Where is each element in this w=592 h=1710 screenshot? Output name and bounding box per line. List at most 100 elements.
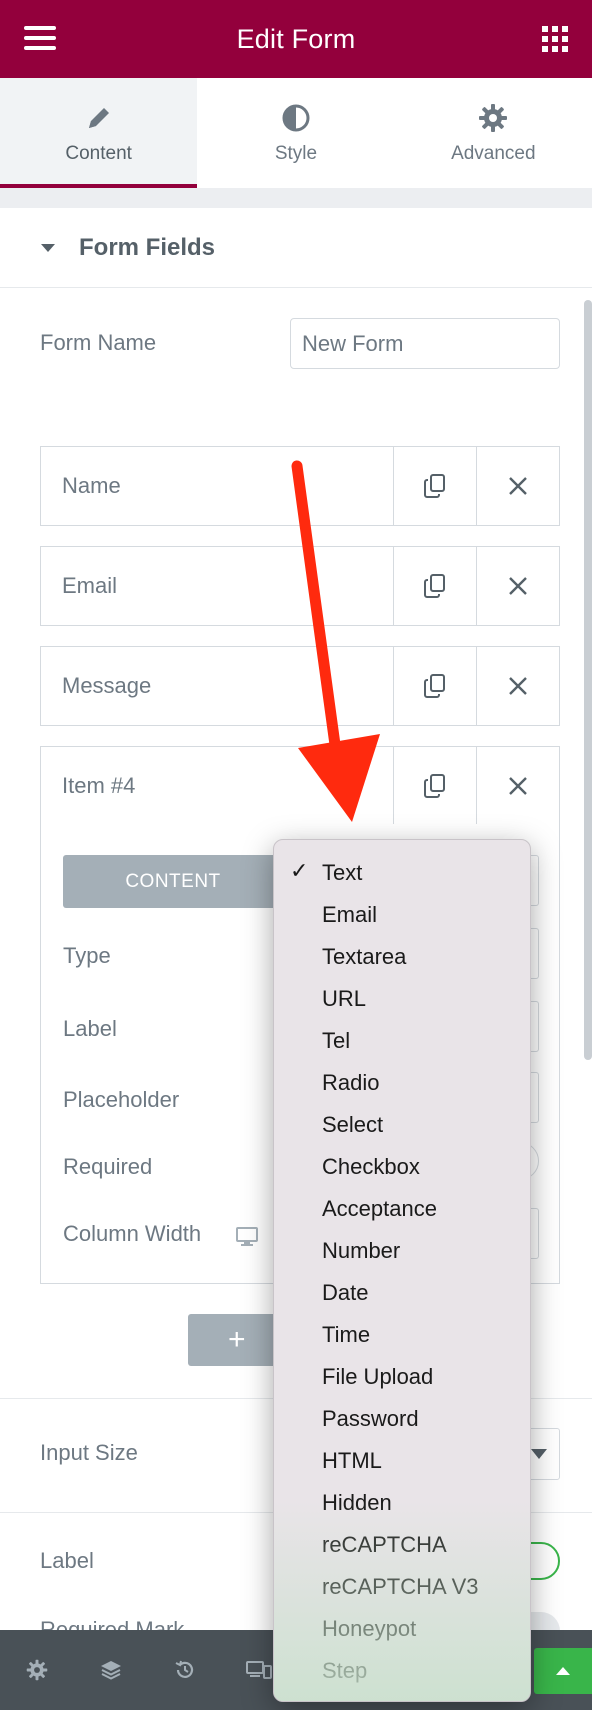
remove-button[interactable] (476, 747, 559, 825)
dropdown-option[interactable]: Number (274, 1230, 530, 1272)
repeater-item-title[interactable]: Message (41, 647, 393, 725)
panel-tabs: Content Style Advanced (0, 78, 592, 188)
dropdown-option-label: Number (322, 1238, 401, 1263)
dropdown-option-label: Checkbox (322, 1154, 420, 1179)
duplicate-button[interactable] (393, 547, 476, 625)
close-icon (509, 577, 527, 595)
tabs-divider (0, 188, 592, 208)
remove-button[interactable] (476, 447, 559, 525)
editor-header: Edit Form (0, 0, 592, 78)
type-label: Type (63, 943, 111, 968)
half-circle-icon (281, 101, 311, 135)
copy-icon (424, 474, 445, 498)
tab-advanced[interactable]: Advanced (395, 78, 592, 188)
chevron-down-icon (531, 1449, 547, 1459)
dropdown-option[interactable]: Time (274, 1314, 530, 1356)
dropdown-option[interactable]: Honeypot (274, 1608, 530, 1650)
tab-style[interactable]: Style (197, 78, 394, 188)
dropdown-option[interactable]: Textarea (274, 936, 530, 978)
repeater-item-email: Email (40, 546, 560, 626)
dropdown-option[interactable]: Hidden (274, 1482, 530, 1524)
repeater-item-title[interactable]: Name (41, 447, 393, 525)
field-label-label: Label (63, 1016, 117, 1041)
dropdown-option[interactable]: Step (274, 1650, 530, 1692)
repeater-item-name: Name (40, 446, 560, 526)
dropdown-option-label: Radio (322, 1070, 380, 1095)
close-icon (509, 777, 527, 795)
dropdown-option-label: Text (322, 860, 363, 885)
item-content-tab[interactable]: CONTENT (63, 855, 283, 908)
duplicate-button[interactable] (393, 747, 476, 825)
tab-content-label: Content (65, 143, 132, 164)
label-setting-label: Label (40, 1548, 94, 1573)
layers-icon[interactable] (74, 1630, 148, 1710)
dropdown-option[interactable]: HTML (274, 1440, 530, 1482)
column-width-label: Column Width (63, 1221, 202, 1246)
dropdown-option-label: Hidden (322, 1490, 392, 1515)
dropdown-option-label: Honeypot (322, 1616, 417, 1641)
dropdown-option[interactable]: reCAPTCHA (274, 1524, 530, 1566)
tab-content[interactable]: Content (0, 78, 198, 188)
pencil-icon (85, 101, 113, 135)
panel-scrollbar[interactable] (584, 300, 592, 1060)
repeater-item-title[interactable]: Item #4 (41, 747, 393, 825)
caret-down-icon (41, 243, 55, 252)
dropdown-option[interactable]: Select (274, 1104, 530, 1146)
monitor-icon[interactable] (236, 1227, 258, 1252)
tab-advanced-label: Advanced (451, 143, 536, 164)
repeater-item-4: Item #4 (40, 746, 560, 826)
dropdown-option-label: Acceptance (322, 1196, 437, 1221)
repeater-item-title[interactable]: Email (41, 547, 393, 625)
field-type-dropdown: ✓ Text Email Textarea URL Tel Radio Select Check… (273, 839, 531, 1702)
history-icon[interactable] (148, 1630, 222, 1710)
required-label: Required (63, 1154, 153, 1179)
section-title: Form Fields (79, 233, 216, 261)
dropdown-option[interactable]: Checkbox (274, 1146, 530, 1188)
dropdown-option[interactable]: ✓ Text (274, 852, 530, 894)
placeholder-label: Placeholder (63, 1087, 180, 1112)
remove-button[interactable] (476, 647, 559, 725)
settings-icon[interactable] (0, 1630, 74, 1710)
checkmark-icon: ✓ (290, 859, 309, 884)
update-options-button[interactable] (534, 1648, 592, 1694)
dropdown-option-label: Date (322, 1280, 369, 1305)
duplicate-button[interactable] (393, 447, 476, 525)
dropdown-option[interactable]: Radio (274, 1062, 530, 1104)
dropdown-option-label: Email (322, 902, 378, 927)
dropdown-option[interactable]: Tel (274, 1020, 530, 1062)
copy-icon (424, 574, 445, 598)
tab-style-label: Style (274, 143, 318, 164)
dropdown-option[interactable]: Email (274, 894, 530, 936)
gear-icon (478, 101, 508, 135)
dropdown-option-label: Time (322, 1322, 371, 1347)
dropdown-option-label: Textarea (322, 944, 407, 969)
grid-icon[interactable] (542, 26, 568, 52)
dropdown-option[interactable]: URL (274, 978, 530, 1020)
dropdown-option-label: reCAPTCHA (322, 1532, 447, 1557)
dropdown-option-label: HTML (322, 1448, 382, 1473)
dropdown-option[interactable]: Acceptance (274, 1188, 530, 1230)
close-icon (509, 677, 527, 695)
dropdown-option-label: URL (322, 986, 367, 1011)
repeater-item-message: Message (40, 646, 560, 726)
close-icon (509, 477, 527, 495)
dropdown-option-label: Select (322, 1112, 384, 1137)
duplicate-button[interactable] (393, 647, 476, 725)
copy-icon (424, 674, 445, 698)
hamburger-icon[interactable] (24, 26, 56, 50)
dropdown-option[interactable]: reCAPTCHA V3 (274, 1566, 530, 1608)
dropdown-option-label: Password (322, 1406, 419, 1431)
field-type-options: ✓ Text Email Textarea URL Tel Radio Select Check… (274, 840, 530, 1692)
form-name-input[interactable] (290, 318, 560, 369)
dropdown-option[interactable]: Date (274, 1272, 530, 1314)
dropdown-option[interactable]: File Upload (274, 1356, 530, 1398)
dropdown-option-label: Tel (322, 1028, 351, 1053)
dropdown-option-label: reCAPTCHA V3 (322, 1574, 479, 1599)
copy-icon (424, 774, 445, 798)
form-fields-section-toggle[interactable]: Form Fields (0, 208, 592, 288)
dropdown-option-label: Step (322, 1658, 368, 1683)
dropdown-option[interactable]: Password (274, 1398, 530, 1440)
dropdown-option-label: File Upload (322, 1364, 434, 1389)
remove-button[interactable] (476, 547, 559, 625)
plus-icon: + (228, 1323, 246, 1356)
